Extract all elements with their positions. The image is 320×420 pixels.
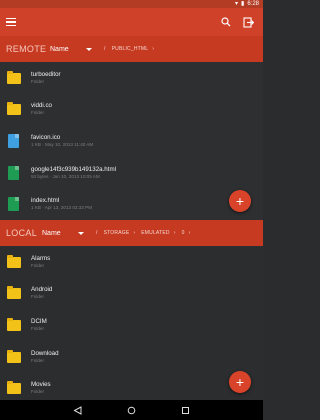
- list-item[interactable]: Movies Folder: [0, 372, 263, 400]
- top-toolbar: [0, 8, 263, 36]
- folder-icon: [7, 254, 21, 269]
- local-label: LOCAL: [6, 228, 38, 238]
- file-meta: Folder: [31, 325, 45, 331]
- breadcrumb-item: STORAGE: [103, 230, 130, 236]
- hamburger-menu-icon[interactable]: [6, 14, 22, 30]
- battery-icon: ▮: [241, 1, 245, 7]
- file-name: viddi.co: [31, 102, 52, 110]
- breadcrumb-item: PUBLIC_HTML: [111, 46, 149, 52]
- exit-icon[interactable]: [239, 13, 257, 31]
- file-meta: Folder: [31, 389, 45, 395]
- home-icon[interactable]: [122, 401, 140, 419]
- remote-add-button[interactable]: +: [229, 190, 251, 212]
- status-time: 6:28: [247, 1, 259, 7]
- search-icon[interactable]: [217, 13, 235, 31]
- file-name: Alarms: [31, 254, 51, 262]
- file-meta: Folder: [31, 294, 45, 300]
- remote-header: REMOTE Name / PUBLIC_HTML ›: [0, 36, 263, 62]
- list-item[interactable]: index.html 1 KB · Apr 13, 2013 03:33 PM: [0, 188, 263, 220]
- file-meta: Folder: [31, 357, 45, 363]
- file-name: Movies: [31, 381, 51, 389]
- remote-breadcrumb-root[interactable]: /: [104, 46, 106, 52]
- breadcrumb-item: /: [104, 46, 106, 52]
- local-sort-value: Name: [42, 229, 61, 237]
- navigation-bar: [0, 400, 263, 420]
- chevron-right-icon: ›: [152, 46, 155, 52]
- folder-icon: [7, 381, 21, 395]
- html-file-icon: [7, 165, 21, 180]
- file-meta: 1 KB · Apr 13, 2013 03:33 PM: [31, 205, 93, 211]
- local-header: LOCAL Name / STORAGE › EMULATED › 0 ›: [0, 220, 263, 246]
- status-bar: ▾ ▮ 6:28: [0, 0, 263, 8]
- file-meta: Folder: [31, 262, 45, 268]
- file-name: DCIM: [31, 317, 47, 325]
- file-meta: 53 bytes · Jun 10, 2013 10:05 AM: [31, 173, 100, 179]
- file-name: google14f3c939b149132a.html: [31, 165, 116, 173]
- list-item[interactable]: viddi.co Folder: [0, 94, 263, 126]
- file-name: Download: [31, 349, 59, 357]
- folder-icon: [7, 102, 21, 116]
- remote-file-list: turboeditor Folder viddi.co Folder favicon…: [0, 62, 263, 220]
- recents-icon[interactable]: [177, 401, 195, 419]
- local-add-button[interactable]: +: [229, 371, 251, 393]
- list-item[interactable]: google14f3c939b149132a.html 53 bytes · Ju…: [0, 157, 263, 189]
- list-item[interactable]: turboeditor Folder: [0, 62, 263, 94]
- chevron-right-icon: ›: [173, 230, 176, 236]
- chevron-right-icon: ›: [188, 230, 191, 236]
- local-file-list: Alarms Folder Android Folder DCIM Folder Do…: [0, 246, 263, 400]
- list-item[interactable]: Android Folder: [0, 278, 263, 310]
- folder-icon: [7, 70, 21, 85]
- breadcrumb-item: 0: [181, 230, 185, 236]
- list-item[interactable]: Download Folder: [0, 341, 263, 373]
- local-breadcrumb-root[interactable]: /: [96, 230, 98, 236]
- remote-breadcrumb-public-html[interactable]: PUBLIC_HTML ›: [112, 46, 155, 52]
- chevron-down-icon: [78, 231, 84, 235]
- file-meta: Folder: [31, 110, 45, 116]
- file-meta: Folder: [31, 78, 45, 84]
- file-name: index.html: [31, 197, 60, 205]
- local-breadcrumb-0[interactable]: 0 ›: [182, 230, 191, 236]
- local-breadcrumb-emulated[interactable]: EMULATED ›: [141, 230, 175, 236]
- html-file-icon: [7, 197, 21, 212]
- file-name: favicon.ico: [31, 133, 61, 141]
- plus-icon: +: [235, 374, 245, 390]
- file-name: Android: [31, 286, 53, 294]
- list-item[interactable]: favicon.ico 1 KB · May 10, 2013 11:40 AM: [0, 125, 263, 157]
- back-icon[interactable]: [68, 401, 86, 419]
- remote-label: REMOTE: [6, 44, 47, 54]
- breadcrumb-item: EMULATED: [141, 230, 170, 236]
- plus-icon: +: [235, 193, 245, 209]
- file-meta: 1 KB · May 10, 2013 11:40 AM: [31, 141, 94, 147]
- folder-icon: [7, 349, 21, 364]
- remote-sort-value: Name: [50, 45, 69, 53]
- breadcrumb-item: /: [96, 230, 98, 236]
- remote-sort-select[interactable]: Name: [50, 46, 98, 53]
- file-icon: [7, 133, 21, 148]
- list-item[interactable]: Alarms Folder: [0, 246, 263, 278]
- chevron-right-icon: ›: [133, 230, 136, 236]
- local-breadcrumb-storage[interactable]: STORAGE ›: [104, 230, 136, 236]
- chevron-down-icon: [86, 47, 92, 51]
- wifi-icon: ▾: [234, 1, 238, 7]
- list-item[interactable]: DCIM Folder: [0, 309, 263, 341]
- folder-icon: [7, 286, 21, 300]
- folder-icon: [7, 317, 21, 332]
- local-sort-select[interactable]: Name: [42, 230, 90, 237]
- file-name: turboeditor: [31, 70, 61, 78]
